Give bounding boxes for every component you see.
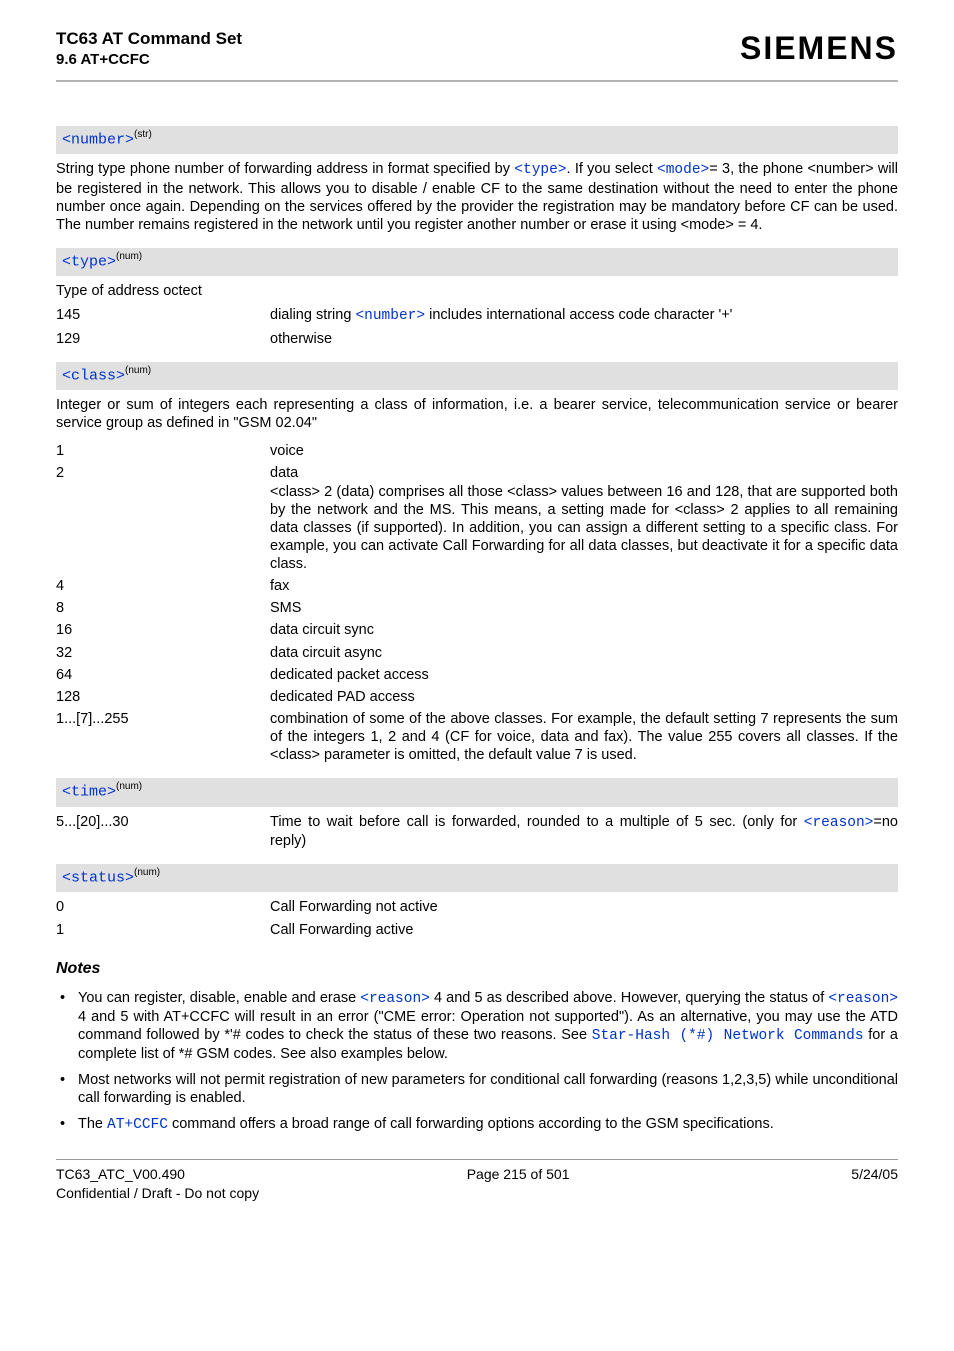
class-key: 1: [56, 442, 270, 460]
status-key: 0: [56, 898, 270, 916]
link-number[interactable]: <number>: [355, 308, 425, 324]
class-key: 64: [56, 666, 270, 684]
header: TC63 AT Command Set 9.6 AT+CCFC SIEMENS: [56, 28, 898, 70]
link-mode[interactable]: <mode>: [657, 162, 709, 178]
param-number-desc: String type phone number of forwarding a…: [56, 160, 898, 234]
link-starhash[interactable]: Star-Hash (*#) Network Commands: [592, 1028, 864, 1044]
time-key: 5...[20]...30: [56, 813, 270, 831]
type-row: 129 otherwise: [56, 330, 898, 348]
class-row: 128dedicated PAD access: [56, 688, 898, 706]
param-status-sup: (num): [134, 867, 160, 878]
param-type-header: <type>(num): [56, 248, 898, 276]
type-val: dialing string <number> includes interna…: [270, 306, 898, 325]
class-val: fax: [270, 577, 898, 595]
footer-second: Confidential / Draft - Do not copy: [56, 1185, 898, 1203]
param-time-name[interactable]: <time>: [62, 784, 116, 801]
param-time-header: <time>(num): [56, 778, 898, 806]
class-val: dedicated packet access: [270, 666, 898, 684]
class-row: 32data circuit async: [56, 644, 898, 662]
param-class-sup: (num): [125, 365, 151, 376]
class-key: 8: [56, 599, 270, 617]
footer: TC63_ATC_V00.490 Page 215 of 501 5/24/05: [56, 1160, 898, 1184]
time-val: Time to wait before call is forwarded, r…: [270, 813, 898, 850]
param-status-name[interactable]: <status>: [62, 870, 134, 887]
time-row: 5...[20]...30 Time to wait before call i…: [56, 813, 898, 850]
class-key: 2: [56, 464, 270, 482]
class-key: 32: [56, 644, 270, 662]
doc-subtitle: 9.6 AT+CCFC: [56, 51, 242, 70]
param-class-header: <class>(num): [56, 362, 898, 390]
param-number-name[interactable]: <number>: [62, 132, 134, 149]
link-atccfc[interactable]: AT+CCFC: [107, 1117, 168, 1133]
class-row: 1...[7]...255combination of some of the …: [56, 710, 898, 764]
link-reason[interactable]: <reason>: [828, 991, 898, 1007]
footer-right: 5/24/05: [851, 1166, 898, 1184]
class-val: voice: [270, 442, 898, 460]
notes-heading: Notes: [56, 959, 898, 979]
param-time-sup: (num): [116, 781, 142, 792]
class-key: 16: [56, 621, 270, 639]
type-key: 129: [56, 330, 270, 348]
note-item: You can register, disable, enable and er…: [56, 989, 898, 1064]
class-row: 1voice: [56, 442, 898, 460]
class-row: 16data circuit sync: [56, 621, 898, 639]
header-rule: [56, 80, 898, 82]
param-class-name[interactable]: <class>: [62, 367, 125, 384]
param-number-sup: (str): [134, 129, 152, 140]
notes-list: You can register, disable, enable and er…: [56, 989, 898, 1135]
link-type[interactable]: <type>: [514, 162, 566, 178]
class-val: combination of some of the above classes…: [270, 710, 898, 764]
param-type-name[interactable]: <type>: [62, 254, 116, 271]
class-val: data circuit async: [270, 644, 898, 662]
param-class-desc: Integer or sum of integers each represen…: [56, 396, 898, 432]
type-val: otherwise: [270, 330, 898, 348]
param-status-header: <status>(num): [56, 864, 898, 892]
type-key: 145: [56, 306, 270, 324]
status-row: 0Call Forwarding not active: [56, 898, 898, 916]
class-row: 64dedicated packet access: [56, 666, 898, 684]
class-key: 128: [56, 688, 270, 706]
class-row: 8SMS: [56, 599, 898, 617]
note-item: The AT+CCFC command offers a broad range…: [56, 1115, 898, 1134]
status-key: 1: [56, 921, 270, 939]
footer-left: TC63_ATC_V00.490: [56, 1166, 185, 1184]
class-row: 2data <class> 2 (data) comprises all tho…: [56, 464, 898, 573]
param-number-header: <number>(str): [56, 126, 898, 154]
type-row: 145 dialing string <number> includes int…: [56, 306, 898, 325]
status-val: Call Forwarding not active: [270, 898, 898, 916]
param-type-desc: Type of address octect: [56, 282, 898, 300]
param-type-sup: (num): [116, 251, 142, 262]
status-val: Call Forwarding active: [270, 921, 898, 939]
link-reason[interactable]: <reason>: [804, 815, 874, 831]
class-val: SMS: [270, 599, 898, 617]
brand-logo: SIEMENS: [740, 28, 898, 68]
class-val: data circuit sync: [270, 621, 898, 639]
note-item: Most networks will not permit registrati…: [56, 1071, 898, 1107]
footer-center: Page 215 of 501: [185, 1166, 851, 1184]
class-val: dedicated PAD access: [270, 688, 898, 706]
class-row: 4fax: [56, 577, 898, 595]
status-row: 1Call Forwarding active: [56, 921, 898, 939]
class-key: 4: [56, 577, 270, 595]
link-reason[interactable]: <reason>: [360, 991, 430, 1007]
class-key: 1...[7]...255: [56, 710, 270, 728]
class-val: data <class> 2 (data) comprises all thos…: [270, 464, 898, 573]
doc-title: TC63 AT Command Set: [56, 28, 242, 49]
